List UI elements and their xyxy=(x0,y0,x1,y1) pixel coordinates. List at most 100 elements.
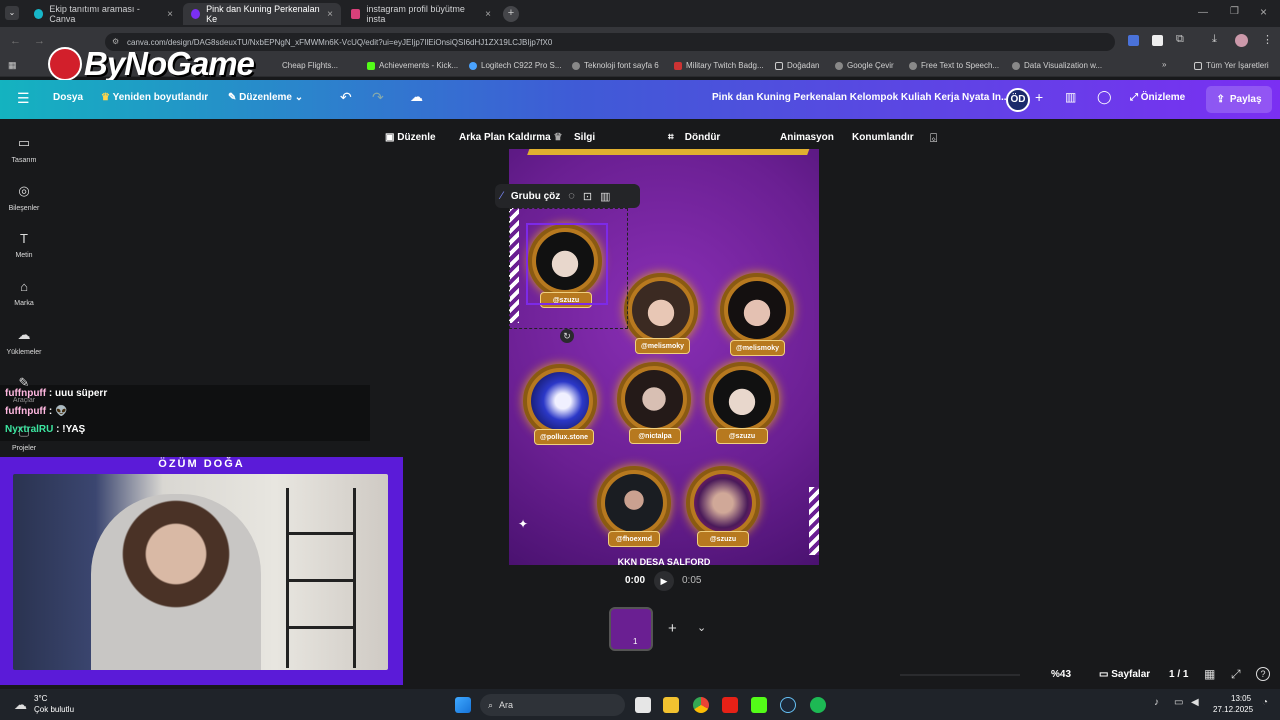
profile-circle[interactable] xyxy=(523,364,597,438)
resize-button[interactable]: ♛ Yeniden boyutlandır xyxy=(101,92,208,103)
apps-grid-icon[interactable]: ▦ xyxy=(8,60,17,71)
close-tab-icon[interactable]: × xyxy=(327,9,333,20)
rotate-handle-icon[interactable]: ↻ xyxy=(560,329,574,343)
hamburger-menu-icon[interactable]: ☰ xyxy=(17,90,30,107)
close-tab-icon[interactable]: × xyxy=(485,9,491,20)
profile-circle[interactable] xyxy=(705,362,779,436)
animate-button[interactable]: Animasyon xyxy=(780,132,834,143)
file-explorer-icon[interactable] xyxy=(663,697,679,713)
weather-temp[interactable]: 3°C xyxy=(34,694,47,703)
profile-circle[interactable] xyxy=(720,273,794,347)
comment-add-icon[interactable]: ◌ xyxy=(568,190,575,202)
rail-item-design[interactable]: ▭ Tasarım xyxy=(0,135,48,164)
new-tab-button[interactable]: + xyxy=(503,6,519,22)
download-icon[interactable]: ⤓ xyxy=(1212,33,1217,46)
more-bookmarks-icon[interactable]: » xyxy=(1162,60,1166,69)
profile-circle[interactable] xyxy=(597,466,671,540)
forward-icon[interactable]: → xyxy=(34,35,45,47)
bookmark-folder[interactable]: Doğadan xyxy=(775,61,819,70)
add-page-icon[interactable]: + xyxy=(668,620,677,637)
chevron-down-icon[interactable]: ⌄ xyxy=(697,621,706,634)
all-bookmarks-folder[interactable]: Tüm Yer İşaretleri xyxy=(1194,61,1269,70)
taskbar-search[interactable]: ⌕ Ara xyxy=(480,694,625,716)
editing-mode-dropdown[interactable]: ✎ Düzenleme ⌄ xyxy=(228,92,303,103)
user-avatar[interactable]: ÖD xyxy=(1006,88,1030,112)
profile-tag[interactable]: @pollux.stone xyxy=(534,429,595,445)
help-icon[interactable]: ? xyxy=(1256,667,1270,681)
add-collaborator-icon[interactable]: + xyxy=(1035,89,1043,105)
chrome-icon[interactable] xyxy=(693,697,709,713)
bookmark-item[interactable]: Military Twitch Badg... xyxy=(674,61,764,70)
bookmark-item[interactable]: Logitech C922 Pro S... xyxy=(469,61,562,70)
cloud-save-icon[interactable]: ☁ xyxy=(410,89,423,105)
spotify-icon[interactable] xyxy=(810,697,826,713)
close-tab-icon[interactable]: × xyxy=(167,9,173,20)
restore-window-icon[interactable]: ❐ xyxy=(1230,6,1239,17)
fullscreen-icon[interactable]: ⤢ xyxy=(1231,667,1241,682)
profile-tag[interactable]: @szuzu xyxy=(697,531,749,547)
microphone-icon[interactable]: ♪ xyxy=(1154,697,1159,708)
profile-avatar[interactable] xyxy=(1235,34,1248,47)
extension-icon[interactable] xyxy=(1152,35,1163,46)
youtube-icon[interactable] xyxy=(722,697,738,713)
network-icon[interactable]: ▭ xyxy=(1174,697,1183,708)
element-selection-box[interactable] xyxy=(526,223,608,305)
pages-button[interactable]: ▭ Sayfalar xyxy=(1099,669,1150,680)
position-button[interactable]: Konumlandır xyxy=(852,132,914,143)
file-menu[interactable]: Dosya xyxy=(53,92,83,103)
profile-circle[interactable] xyxy=(686,466,760,540)
browser-tab-3[interactable]: instagram profil büyütme insta × xyxy=(343,3,499,25)
bookmark-item[interactable]: Data Visualization w... xyxy=(1012,61,1102,70)
zoom-percentage[interactable]: %43 xyxy=(1051,669,1071,680)
profile-tag[interactable]: @melismoky xyxy=(730,340,786,356)
rail-item-uploads[interactable]: ☁ Yüklemeler xyxy=(0,327,48,356)
paint-roller-icon[interactable]: ⌺ xyxy=(930,131,937,146)
redo-icon[interactable]: ↷ xyxy=(372,89,384,106)
clock-date[interactable]: 27.12.2025 xyxy=(1213,705,1253,714)
clock-time[interactable]: 13:05 xyxy=(1231,694,1251,703)
bookmark-item[interactable]: Cheap Flights... xyxy=(282,61,338,70)
page-thumbnail[interactable]: 1 xyxy=(609,607,653,651)
task-view-icon[interactable] xyxy=(635,697,651,713)
profile-circle[interactable] xyxy=(617,362,691,436)
back-icon[interactable]: ← xyxy=(10,35,21,47)
zoom-slider[interactable] xyxy=(900,674,1020,676)
browser-tab-2[interactable]: Pink dan Kuning Perkenalan Ke × xyxy=(183,3,341,25)
puzzle-icon[interactable]: ⧉ xyxy=(1176,33,1184,46)
undo-icon[interactable]: ↶ xyxy=(340,89,352,106)
grid-view-icon[interactable]: ▦ xyxy=(1204,667,1215,681)
weather-desc[interactable]: Çok bulutlu xyxy=(34,705,74,714)
start-menu-icon[interactable] xyxy=(455,697,471,713)
bookmark-item[interactable]: Free Text to Speech... xyxy=(909,61,999,70)
lock-icon[interactable]: ⊡ xyxy=(583,190,592,203)
weather-icon[interactable]: ☁ xyxy=(14,697,27,713)
share-button[interactable]: ⇪ Paylaş xyxy=(1206,86,1272,113)
bookmark-item[interactable]: Achievements - Kick... xyxy=(367,61,458,70)
steam-icon[interactable] xyxy=(780,697,796,713)
insights-icon[interactable]: ▥ xyxy=(1065,90,1076,104)
crop-rotate-button[interactable]: ⌗ Döndür xyxy=(668,132,720,143)
bg-remover-button[interactable]: Arka Plan Kaldırma ♛ xyxy=(459,132,562,143)
edit-image-button[interactable]: ▣ Düzenle xyxy=(385,132,436,143)
address-bar[interactable]: ⚙ canva.com/design/DAG8sdeuxTU/NxbEPNgN_… xyxy=(105,33,1115,51)
rail-item-text[interactable]: T Metin xyxy=(0,231,48,259)
magic-wand-icon[interactable]: ⁄ xyxy=(501,190,503,202)
volume-icon[interactable]: ◀ xyxy=(1191,697,1199,708)
extension-icon[interactable] xyxy=(1128,35,1139,46)
notification-icon[interactable]: ◔ xyxy=(1262,697,1268,708)
kick-icon[interactable] xyxy=(751,697,767,713)
bookmark-item[interactable]: Google Çevir xyxy=(835,61,894,70)
close-window-icon[interactable]: × xyxy=(1260,5,1267,19)
menu-dots-icon[interactable]: ⋮ xyxy=(1262,33,1273,46)
profile-tag[interactable]: @fhoexmd xyxy=(608,531,660,547)
tab-search-button[interactable]: ⌄ xyxy=(5,6,19,20)
design-footer-text[interactable]: KKN DESA SALFORD xyxy=(509,557,819,565)
rail-item-elements[interactable]: ◎ Bileşenler xyxy=(0,183,48,212)
trash-icon[interactable]: ▥ xyxy=(600,190,610,203)
bookmark-item[interactable]: Teknoloji font sayfa 6 xyxy=(572,61,659,70)
profile-circle[interactable] xyxy=(624,273,698,347)
profile-tag[interactable]: @melismoky xyxy=(635,338,691,354)
page-counter[interactable]: 1 / 1 xyxy=(1169,669,1188,680)
browser-tab-1[interactable]: Ekip tanıtımı araması - Canva × xyxy=(26,3,181,25)
profile-tag[interactable]: @nictalpa xyxy=(629,428,681,444)
